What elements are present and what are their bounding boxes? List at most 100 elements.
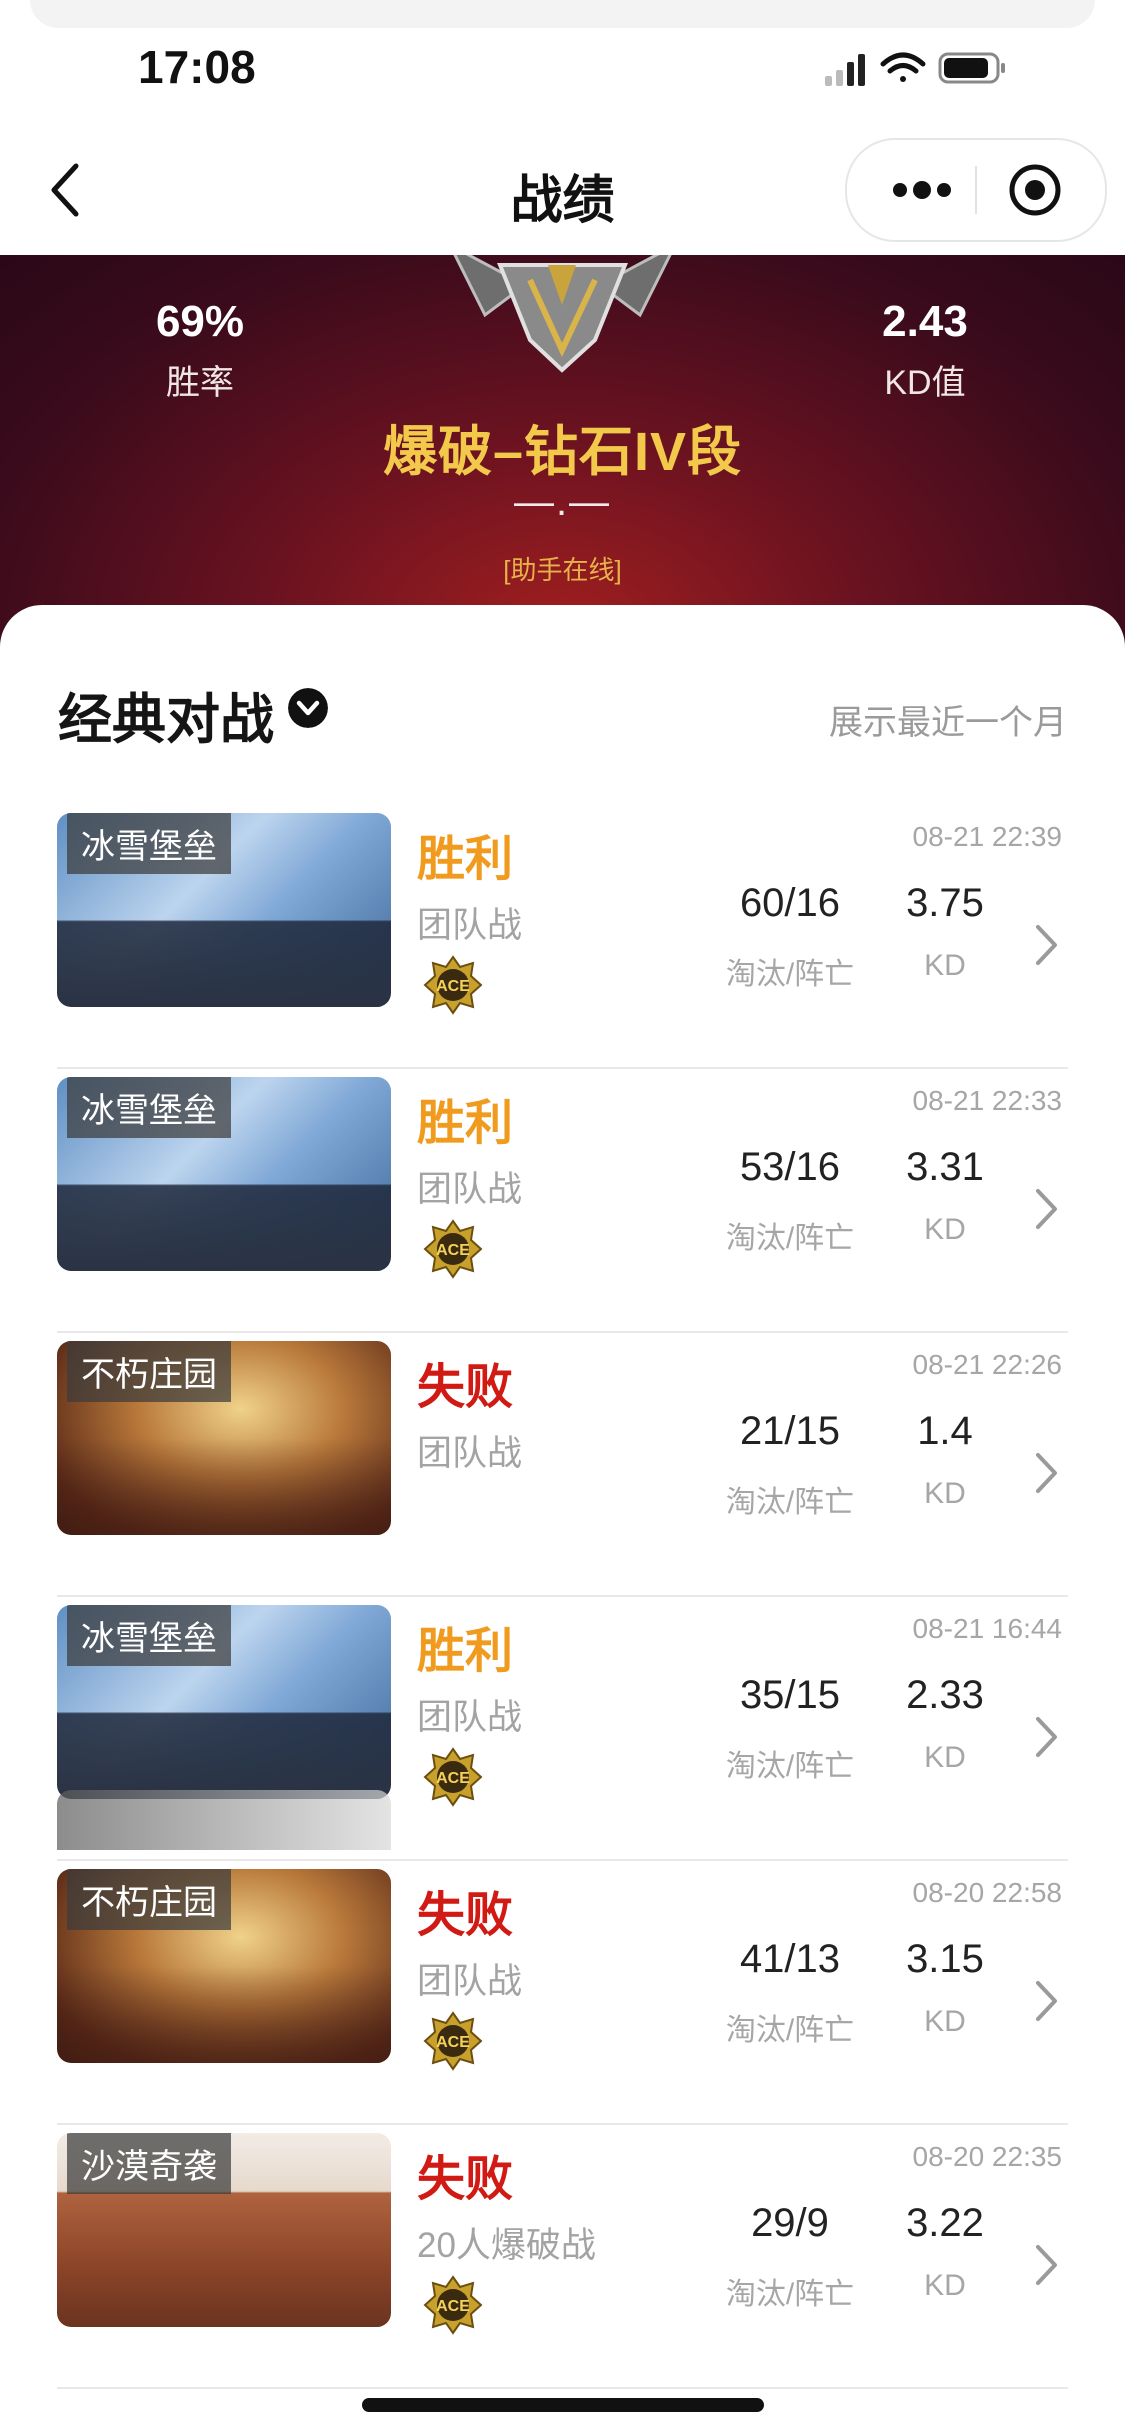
kills-deaths-label: 淘汰/阵亡 [725,2014,855,2047]
kills-deaths: 21/15 [739,1409,841,1453]
svg-text:ACE: ACE [436,2034,470,2051]
map-name: 冰雪堡垒 [67,1077,231,1138]
kills-deaths: 41/13 [739,1937,841,1981]
rank-score: —.— [513,480,612,524]
match-kd: 2.33 [906,1673,984,1717]
match-result: 失败 [417,2153,514,2206]
status-icons [825,52,1005,86]
match-kd: 3.31 [906,1145,984,1189]
signal-icon [825,54,865,86]
match-date: 08-20 22:35 [912,2141,1062,2172]
match-mode: 团队战 [417,906,523,945]
rank-title: 爆破–钻石IV段 [382,422,743,482]
map-thumbnail: 沙漠奇袭 [57,2133,391,2327]
match-date: 08-21 16:44 [912,1613,1062,1644]
kills-deaths: 29/9 [751,2201,829,2245]
match-kd-label: KD [924,2269,966,2302]
match-mode: 20人爆破战 [417,2226,596,2265]
match-row[interactable]: 不朽庄园 失败 团队战 ACE 08-20 22:58 41/13 淘汰/阵亡 … [0,1861,1125,2125]
match-result: 胜利 [417,1097,514,1150]
top-bar: 17:08 战绩 [0,0,1125,255]
battery-icon [938,52,1005,84]
kills-deaths-label: 淘汰/阵亡 [725,1486,855,1519]
match-result: 失败 [417,1889,514,1942]
svg-text:ACE: ACE [436,2298,470,2315]
ace-badge-icon: ACE [423,955,483,1015]
ace-badge-icon: ACE [423,2011,483,2071]
wifi-icon [880,52,926,82]
map-thumbnail: 不朽庄园 [57,1869,391,2063]
svg-text:ACE: ACE [436,1770,470,1787]
kd-stat: 2.43 KD值 [845,297,1005,404]
match-kd: 3.75 [906,881,984,925]
map-thumbnail: 冰雪堡垒 [57,813,391,1007]
kills-deaths-label: 淘汰/阵亡 [725,1750,855,1783]
chevron-right-icon[interactable] [1032,1187,1060,1231]
more-dots-icon[interactable] [875,165,965,215]
home-indicator[interactable] [362,2398,764,2412]
match-row[interactable]: 冰雪堡垒 胜利 团队战 ACE 08-21 22:33 53/16 淘汰/阵亡 … [0,1069,1125,1333]
rank-banner: 69% 胜率 2.43 KD值 爆破–钻石IV段 —.— [助手在线] [0,255,1125,655]
range-note: 展示最近一个月 [829,704,1067,742]
match-row[interactable]: 不朽庄园 失败 团队战 ACE 08-21 22:26 21/15 淘汰/阵亡 … [0,1333,1125,1597]
match-kd-label: KD [924,2005,966,2038]
match-mode: 团队战 [417,1170,523,1209]
match-kd-label: KD [924,1213,966,1246]
match-date: 08-21 22:26 [912,1349,1062,1380]
map-name: 沙漠奇袭 [67,2133,231,2194]
chevron-right-icon[interactable] [1032,1451,1060,1495]
match-kd-label: KD [924,1477,966,1510]
map-name: 冰雪堡垒 [67,813,231,874]
ace-badge-icon: ACE [423,1747,483,1807]
map-thumbnail: 冰雪堡垒 [57,1605,391,1799]
target-icon[interactable] [1007,162,1063,218]
match-date: 08-21 22:33 [912,1085,1062,1116]
kills-deaths-label: 淘汰/阵亡 [725,1222,855,1255]
status-time: 17:08 [138,41,256,93]
match-list: 冰雪堡垒 胜利 团队战 ACE 08-21 22:39 60/16 淘汰/阵亡 … [0,805,1125,2389]
match-result: 胜利 [417,1625,514,1678]
match-row[interactable]: 沙漠奇袭 失败 20人爆破战 ACE 08-20 22:35 29/9 淘汰/阵… [0,2125,1125,2389]
ace-badge-icon: ACE [423,1219,483,1279]
kills-deaths: 35/15 [739,1673,841,1717]
match-result: 胜利 [417,833,514,886]
chevron-right-icon[interactable] [1032,2243,1060,2287]
win-rate-value: 69% [155,297,245,346]
capsule-divider [975,166,977,214]
mini-program-capsule [845,138,1107,242]
kills-deaths-label: 淘汰/阵亡 [725,2278,855,2311]
match-result: 失败 [417,1361,514,1414]
win-rate-stat: 69% 胜率 [120,297,280,404]
map-thumbnail: 不朽庄园 [57,1341,391,1535]
kills-deaths: 60/16 [739,881,841,925]
chevron-right-icon[interactable] [1032,1979,1060,2023]
match-mode: 团队战 [417,1962,523,2001]
svg-text:ACE: ACE [436,978,470,995]
kd-label: KD值 [884,364,966,402]
records-card: 经典对战 展示最近一个月 冰雪堡垒 胜利 团队战 ACE 08-21 22:39… [0,605,1125,2436]
assistant-status[interactable]: [助手在线] [0,550,1125,587]
next-match-thumb-peek [57,1790,391,1850]
ace-badge-icon: ACE [423,2275,483,2335]
chevron-right-icon[interactable] [1032,923,1060,967]
svg-text:ACE: ACE [436,1242,470,1259]
match-kd: 3.22 [906,2201,984,2245]
win-rate-label: 胜率 [166,364,234,402]
map-name: 不朽庄园 [67,1341,231,1402]
status-rim [30,0,1095,28]
chevron-down-circle-icon[interactable] [288,688,328,728]
match-mode: 团队战 [417,1434,523,1473]
match-mode: 团队战 [417,1698,523,1737]
match-kd-label: KD [924,1741,966,1774]
kills-deaths: 53/16 [739,1145,841,1189]
match-date: 08-21 22:39 [912,821,1062,852]
map-name: 冰雪堡垒 [67,1605,231,1666]
match-kd: 1.4 [917,1409,973,1453]
kills-deaths-label: 淘汰/阵亡 [725,958,855,991]
section-title[interactable]: 经典对战 [58,675,274,754]
match-date: 08-20 22:58 [912,1877,1062,1908]
map-thumbnail: 冰雪堡垒 [57,1077,391,1271]
map-name: 不朽庄园 [67,1869,231,1930]
chevron-right-icon[interactable] [1032,1715,1060,1759]
match-row[interactable]: 冰雪堡垒 胜利 团队战 ACE 08-21 22:39 60/16 淘汰/阵亡 … [0,805,1125,1069]
